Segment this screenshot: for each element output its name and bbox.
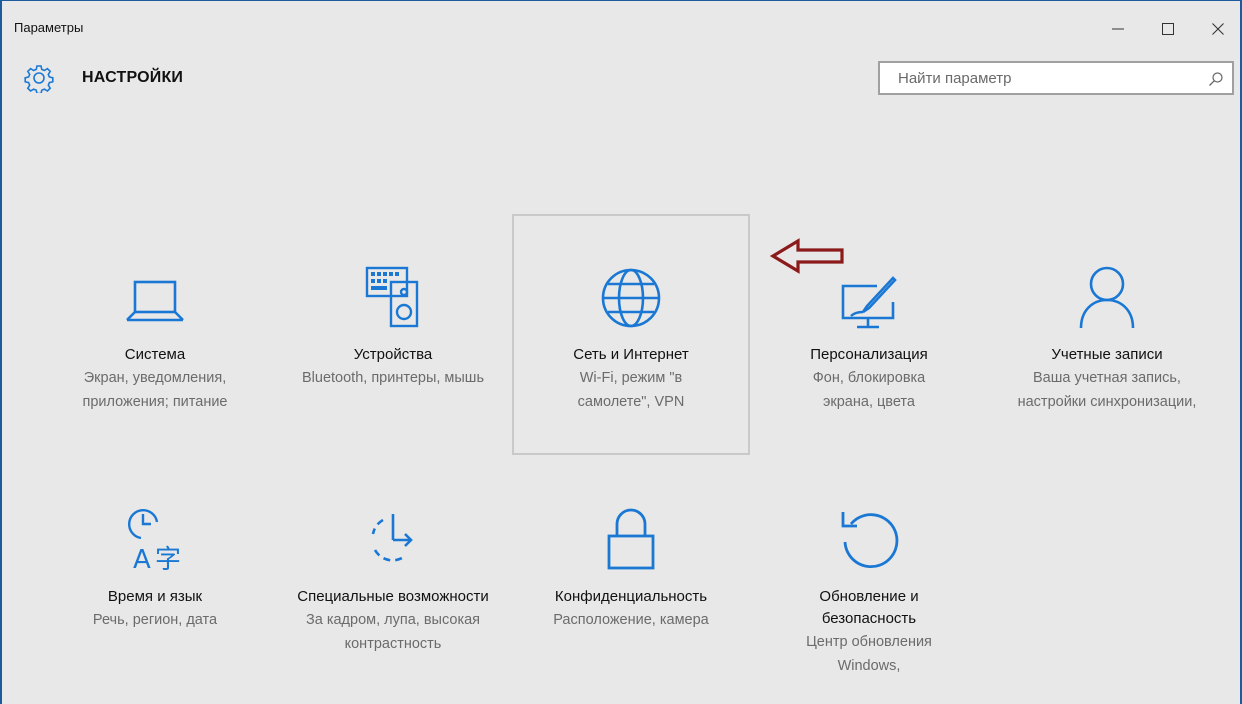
gear-icon — [24, 65, 54, 93]
maximize-icon — [1162, 23, 1174, 35]
search-input[interactable]: Найти параметр — [878, 61, 1234, 95]
tile-accessibility-name: Специальные возможности — [297, 588, 489, 605]
time-language-icon: A 字 — [128, 509, 181, 574]
minimize-button[interactable] — [1098, 15, 1138, 43]
tile-personalization-name: Персонализация — [810, 346, 928, 363]
tile-devices-desc: Bluetooth, принтеры, мышь — [301, 370, 484, 386]
close-button[interactable] — [1198, 15, 1238, 43]
lock-icon — [607, 508, 655, 570]
svg-text:A: A — [133, 545, 151, 574]
tile-accessibility[interactable]: Специальные возможности За кадром, лупа,… — [274, 504, 512, 704]
tile-accounts-name: Учетные записи — [1051, 346, 1163, 363]
tile-privacy[interactable]: Конфиденциальность Расположение, камера — [512, 504, 750, 704]
tile-update-security-name: Обновление и безопасность — [819, 588, 919, 627]
tile-update-security[interactable]: Обновление и безопасность Центр обновлен… — [750, 504, 988, 704]
globe-icon — [601, 268, 661, 328]
accessibility-icon — [371, 514, 413, 562]
tile-system[interactable]: Система Экран, уведомления, приложения; … — [36, 214, 274, 454]
tile-system-name: Система — [124, 346, 186, 363]
tile-accounts[interactable]: Учетные записи Ваша учетная запись, наст… — [988, 214, 1226, 454]
tile-system-desc: Экран, уведомления, приложения; питание — [82, 370, 228, 410]
tile-network-desc: Wi-Fi, режим "в самолете", VPN — [577, 370, 685, 410]
close-icon — [1212, 23, 1224, 35]
tile-network[interactable]: Сеть и Интернет Wi-Fi, режим "в самолете… — [512, 214, 750, 455]
personalization-icon — [841, 276, 897, 329]
search-placeholder: Найти параметр — [898, 70, 1012, 87]
tile-time-language[interactable]: A 字 Время и язык Речь, регион, дата — [36, 504, 274, 704]
tile-update-security-desc: Центр обновления Windows, — [806, 634, 932, 674]
minimize-icon — [1112, 28, 1124, 30]
tile-time-language-desc: Речь, регион, дата — [92, 612, 218, 628]
tile-personalization[interactable]: Персонализация Фон, блокировка экрана, ц… — [750, 214, 988, 454]
window-title: Параметры — [14, 20, 84, 35]
page-header: НАСТРОЙКИ Найти параметр — [2, 61, 1240, 101]
settings-grid: Система Экран, уведомления, приложения; … — [36, 214, 1236, 704]
tile-personalization-desc: Фон, блокировка экрана, цвета — [812, 370, 926, 410]
search-icon[interactable] — [1208, 71, 1224, 87]
devices-icon — [365, 266, 419, 328]
tile-devices-name: Устройства — [353, 346, 433, 363]
tile-accounts-desc: Ваша учетная запись, настройки синхрониз… — [1017, 370, 1197, 410]
person-icon — [1079, 266, 1135, 329]
settings-window: Параметры НАСТРОЙКИ Найти параметр Систе… — [0, 0, 1242, 704]
page-title: НАСТРОЙКИ — [82, 69, 184, 86]
tile-network-name: Сеть и Интернет — [573, 346, 689, 363]
tile-time-language-name: Время и язык — [107, 588, 203, 605]
svg-text:字: 字 — [155, 545, 181, 574]
maximize-button[interactable] — [1148, 15, 1188, 43]
tile-devices[interactable]: Устройства Bluetooth, принтеры, мышь — [274, 214, 512, 454]
laptop-icon — [126, 280, 184, 322]
tile-privacy-name: Конфиденциальность — [554, 588, 708, 605]
update-icon — [841, 512, 899, 569]
tile-privacy-desc: Расположение, камера — [553, 612, 709, 628]
title-bar[interactable]: Параметры — [2, 1, 1240, 61]
tile-accessibility-desc: За кадром, лупа, высокая контрастность — [305, 612, 481, 652]
